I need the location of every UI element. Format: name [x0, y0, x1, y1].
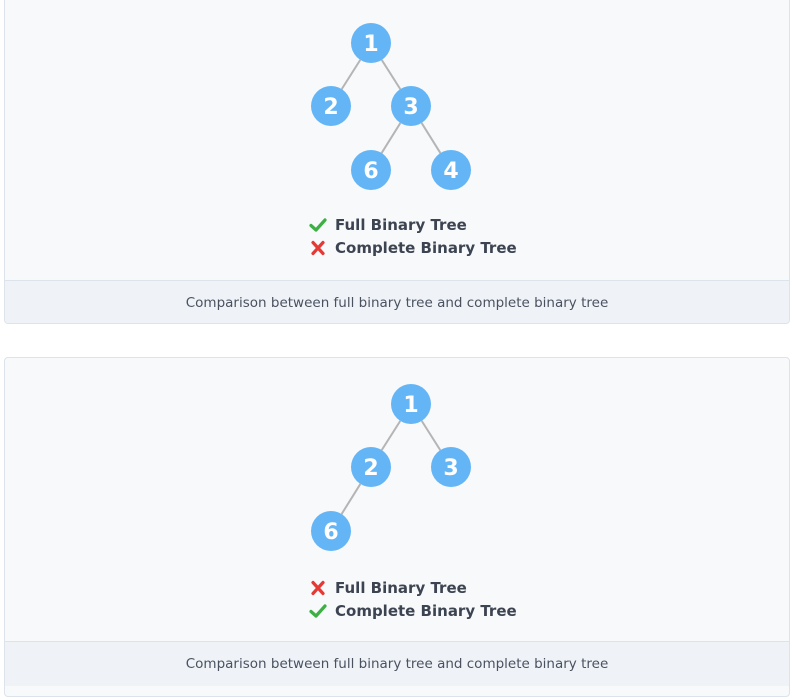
check-icon — [309, 603, 327, 619]
property-full-binary-tree: Full Binary Tree — [309, 213, 517, 236]
cross-icon — [309, 580, 327, 596]
node-label: 6 — [363, 159, 378, 184]
tree-edge — [340, 59, 362, 90]
tree-edge — [420, 420, 442, 451]
figure-complete-binary-tree: 1 2 3 6 Full Binary Tree Complete Binary Tr… — [4, 357, 790, 697]
node-label: 1 — [363, 32, 378, 57]
property-label: Full Binary Tree — [335, 578, 467, 597]
node-layer: 1 2 3 6 4 — [311, 23, 471, 190]
tree-node: 2 — [311, 86, 351, 126]
node-layer: 1 2 3 6 — [311, 384, 471, 551]
node-label: 3 — [403, 95, 418, 120]
tree-edge — [380, 420, 402, 451]
node-label: 2 — [363, 456, 378, 481]
property-full-binary-tree: Full Binary Tree — [309, 576, 517, 599]
tree-edge — [380, 59, 402, 90]
property-label: Full Binary Tree — [335, 215, 467, 234]
tree-node: 1 — [351, 23, 391, 63]
node-label: 2 — [323, 95, 338, 120]
tree-edge — [380, 122, 402, 154]
property-label: Complete Binary Tree — [335, 238, 517, 257]
property-label: Complete Binary Tree — [335, 601, 517, 620]
tree-node: 6 — [351, 150, 391, 190]
tree-node: 4 — [431, 150, 471, 190]
tree-node: 3 — [391, 86, 431, 126]
property-complete-binary-tree: Complete Binary Tree — [309, 236, 517, 259]
node-label: 6 — [323, 520, 338, 545]
node-label: 4 — [443, 159, 458, 184]
property-list: Full Binary Tree Complete Binary Tree — [309, 576, 517, 622]
tree-node: 1 — [391, 384, 431, 424]
figure-caption: Comparison between full binary tree and … — [5, 641, 789, 686]
cross-icon — [309, 240, 327, 256]
tree-edge — [340, 483, 362, 515]
tree-node: 3 — [431, 447, 471, 487]
check-icon — [309, 217, 327, 233]
node-label: 3 — [443, 456, 458, 481]
tree-node: 2 — [351, 447, 391, 487]
property-list: Full Binary Tree Complete Binary Tree — [309, 213, 517, 259]
node-label: 1 — [403, 393, 418, 418]
tree-edge — [420, 122, 442, 154]
tree-node: 6 — [311, 511, 351, 551]
figure-full-binary-tree: 1 2 3 6 4 Full Binary Tree Complete Binary T… — [4, 0, 790, 324]
figure-caption: Comparison between full binary tree and … — [5, 280, 789, 323]
property-complete-binary-tree: Complete Binary Tree — [309, 599, 517, 622]
